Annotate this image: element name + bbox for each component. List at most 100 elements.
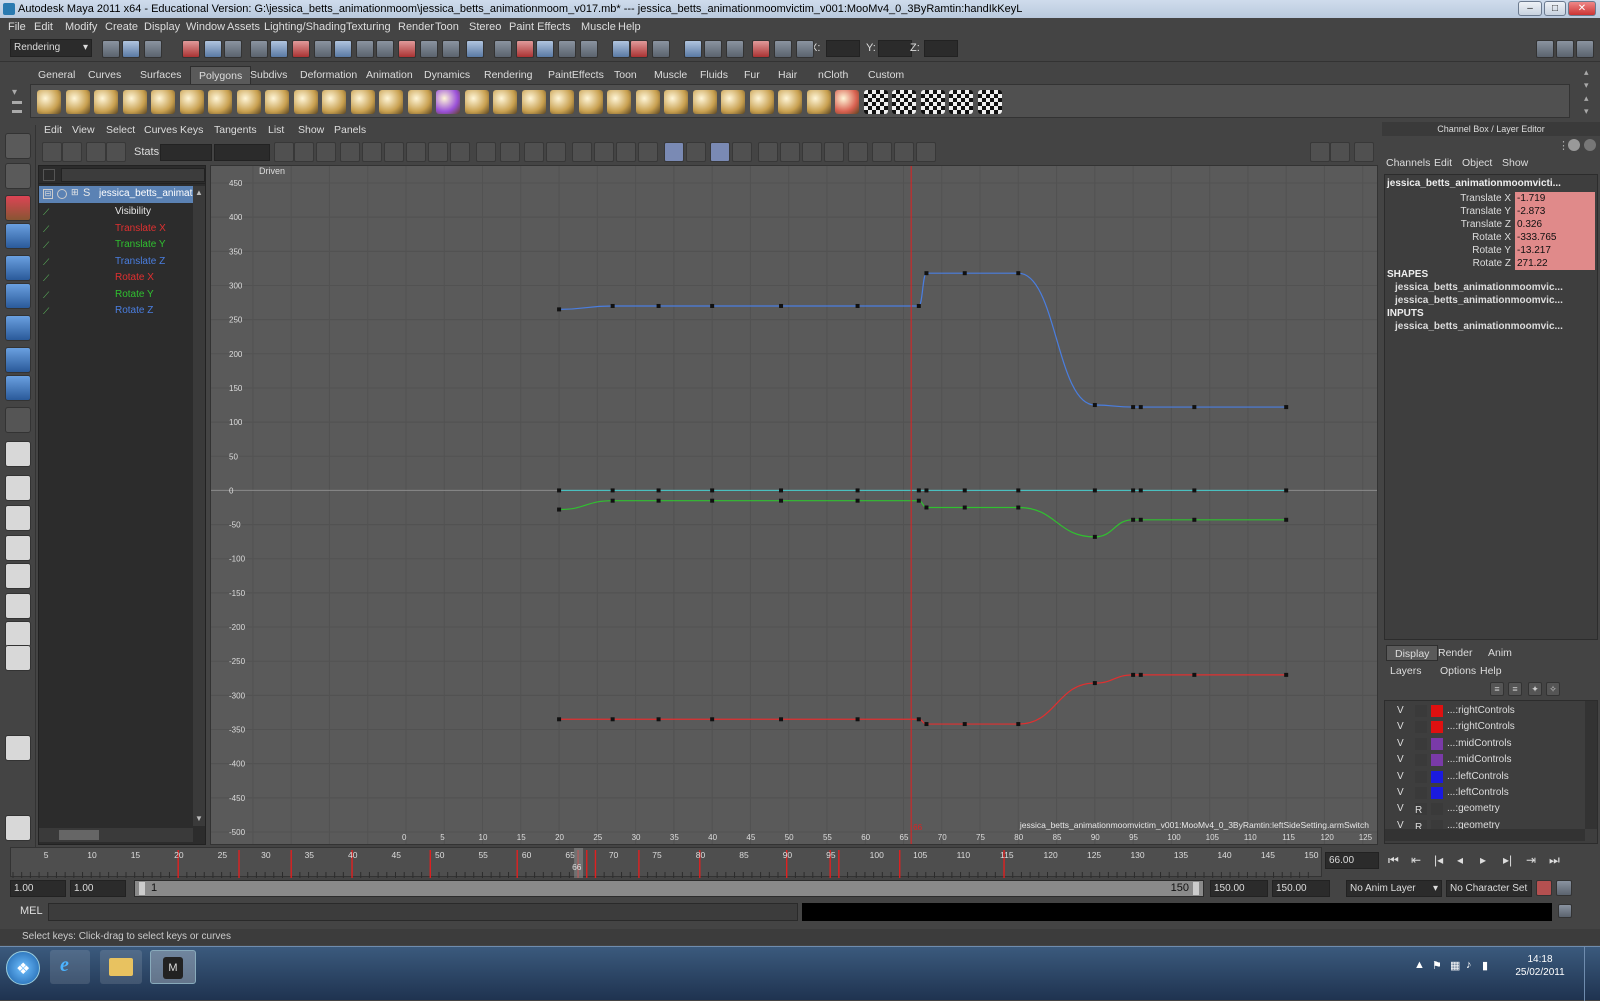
keyframe-point[interactable] [855,498,860,503]
range-handle-right[interactable] [1193,882,1199,895]
keyframe-point[interactable] [916,717,921,722]
graph-tool-26-icon[interactable] [758,142,778,162]
scrollbar-thumb[interactable] [59,830,99,840]
layer-tab-anim[interactable]: Anim [1480,645,1520,661]
graph-tool-18-icon[interactable] [572,142,592,162]
channel-label-translate-z[interactable]: Translate Z [1391,218,1511,231]
keyframe-point[interactable] [1138,488,1143,493]
key-icon[interactable]: ⟋ [43,241,51,250]
graph-tool-1-icon[interactable] [42,142,62,162]
key-icon[interactable]: ⟋ [43,274,51,283]
toolbox-tool-2-icon[interactable] [5,163,31,189]
shelf-tab-surfaces[interactable]: Surfaces [132,66,189,84]
outliner-attribute-translate-x[interactable]: ⟋ Translate X [39,221,193,237]
x-input[interactable] [826,40,860,57]
keyframe-point[interactable] [855,303,860,308]
shelf-tool-14-icon[interactable] [407,90,432,114]
menu-help[interactable]: Help [618,18,641,36]
status-tool-21-icon[interactable] [558,40,576,58]
layer-name[interactable]: ...:leftControls [1447,785,1509,801]
layer-vertical-scrollbar[interactable] [1585,701,1597,829]
playback-button-1-icon[interactable]: ⏮ [1388,853,1399,868]
network-icon[interactable]: ▦ [1450,959,1460,972]
playback-button-5-icon[interactable]: ▸ [1480,853,1486,867]
tool-settings-icon[interactable] [1556,40,1574,58]
shelf-tool-28-icon[interactable] [806,90,831,114]
keyframe-point[interactable] [1284,672,1289,677]
graph-tool-36-icon[interactable] [1354,142,1374,162]
toolbox-tool-10-icon[interactable] [5,407,31,433]
keyframe-point[interactable] [1016,488,1021,493]
channelbox-object-name[interactable]: jessica_betts_animationmoomvicti... [1387,177,1561,190]
status-tool-14-icon[interactable] [398,40,416,58]
maximize-button[interactable]: □ [1544,1,1566,16]
toolbox-tool-7-icon[interactable] [5,315,31,341]
channel-value-translate-x[interactable]: -1.719 [1515,192,1595,205]
keyframe-point[interactable] [1284,517,1289,522]
keyframe-point[interactable] [710,498,715,503]
keyframe-point[interactable] [1138,405,1143,410]
status-tool-28-icon[interactable] [726,40,744,58]
shape-node[interactable]: jessica_betts_animationmoomvic... [1395,294,1563,307]
stats-time-field[interactable] [160,144,212,161]
keyframe-point[interactable] [557,507,562,512]
status-tool-12-icon[interactable] [356,40,374,58]
layer-color-swatch[interactable] [1431,705,1443,717]
shelf-tab-custom[interactable]: Custom [860,66,912,84]
menu-create[interactable]: Create [105,18,138,36]
keyframe-point[interactable] [1016,505,1021,510]
channel-box-toggle-icon[interactable] [1576,40,1594,58]
key-icon[interactable]: ⟋ [43,257,51,266]
status-tool-16-icon[interactable] [442,40,460,58]
range-slider[interactable]: 1 150 [134,880,1204,897]
shelf-tab-deformation[interactable]: Deformation [292,66,365,84]
playback-button-2-icon[interactable]: ⇤ [1411,853,1421,867]
graph-tool-8-icon[interactable] [340,142,360,162]
layer-visibility-toggle[interactable]: V [1397,703,1404,719]
status-tool-24-icon[interactable] [630,40,648,58]
layer-display-type-toggle[interactable] [1415,770,1427,783]
outliner-vertical-scrollbar[interactable]: ▲ ▼ [193,186,205,826]
status-tool-17-icon[interactable] [466,40,484,58]
keyframe-point[interactable] [1131,517,1136,522]
shelf-tool-20-icon[interactable] [578,90,603,114]
half-sphere-icon[interactable] [1584,139,1596,151]
playback-end-field[interactable]: 150.00 [1210,880,1268,897]
keyframe-point[interactable] [779,303,784,308]
shelf-tool-3-icon[interactable] [94,90,118,114]
shelf-tool-13-icon[interactable] [379,90,403,114]
shelf-tool-15-icon[interactable] [436,90,460,114]
status-tool-31-icon[interactable] [796,40,814,58]
keyframe-point[interactable] [779,488,784,493]
shelf-tab-toon[interactable]: Toon [606,66,645,84]
toolbox-tool-18-icon[interactable] [5,645,31,671]
graph-tool-24-icon[interactable] [710,142,730,162]
layer-row[interactable]: V R ...:geometry [1389,801,1585,817]
outliner-search-input[interactable] [61,168,205,182]
keyframe-point[interactable] [1016,271,1021,276]
graph-tool-21-icon[interactable] [638,142,658,162]
shelf-tool-27-icon[interactable] [778,90,802,114]
graph-menu-panels[interactable]: Panels [334,124,366,136]
graph-tool-34-icon[interactable] [1310,142,1330,162]
channelbox-menu-channels[interactable]: Channels [1386,157,1430,169]
playback-button-4-icon[interactable]: ◂ [1457,853,1463,867]
toolbox-tool-13-icon[interactable] [5,505,31,531]
key-icon[interactable]: ⟋ [43,290,51,299]
layer-visibility-toggle[interactable]: V [1397,736,1404,752]
status-tool-15-icon[interactable] [420,40,438,58]
keyframe-point[interactable] [610,498,615,503]
graph-tool-9-icon[interactable] [362,142,382,162]
taskbar-explorer[interactable] [100,950,142,984]
shape-node[interactable]: jessica_betts_animationmoomvic... [1395,281,1563,294]
keyframe-point[interactable] [779,498,784,503]
status-tool-1-icon[interactable] [102,40,120,58]
layer-display-type-toggle[interactable] [1415,705,1427,717]
minimize-button[interactable]: – [1518,1,1542,16]
graph-tool-7-icon[interactable] [316,142,336,162]
graph-view[interactable]: 450 400 350 300 250 200 150 100 50 0 -50 -100 -150 -2… [210,165,1378,845]
graph-tool-2-icon[interactable] [62,142,82,162]
move-layer-up-icon[interactable]: ≡ [1490,682,1504,696]
shelf-tool-7-icon[interactable] [208,90,232,114]
shelf-tool-32-icon[interactable] [920,90,945,114]
